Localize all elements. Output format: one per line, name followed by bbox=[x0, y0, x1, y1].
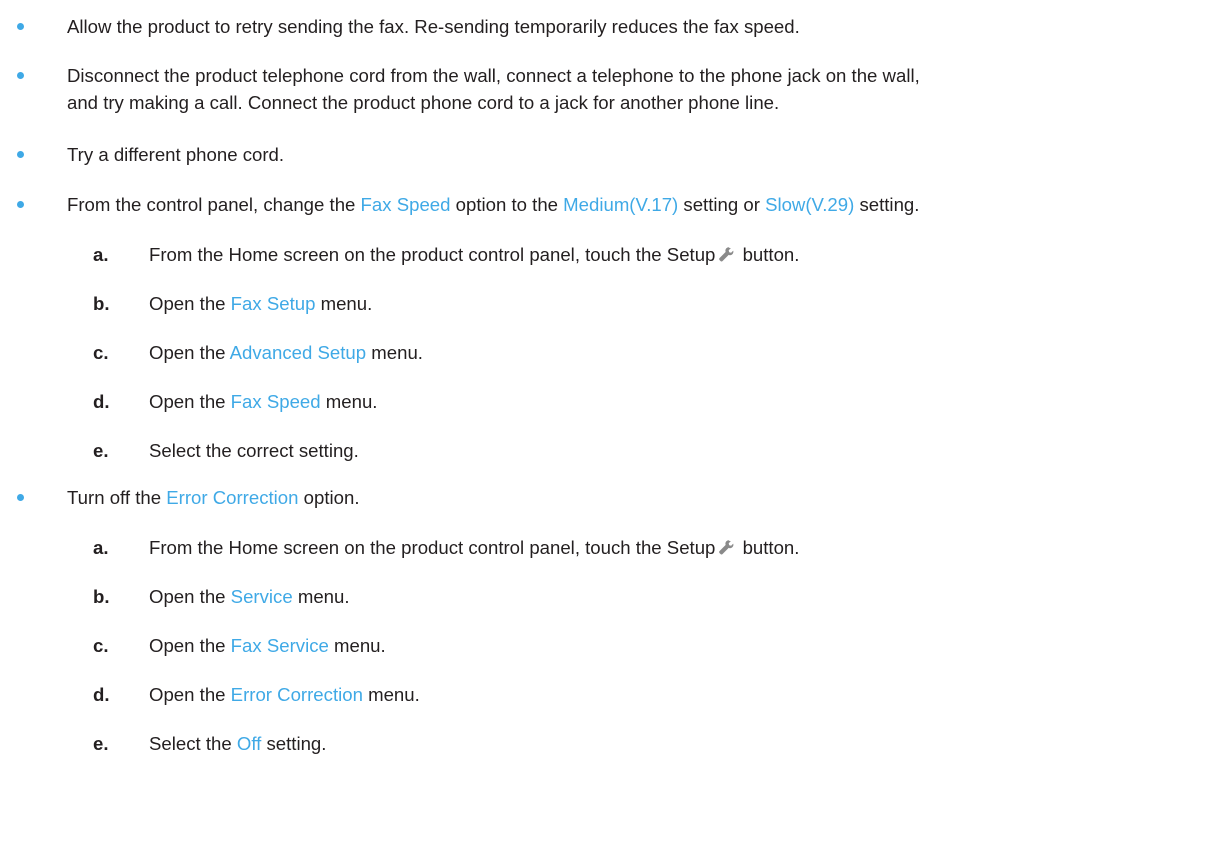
step-letter: d. bbox=[93, 391, 110, 412]
step-text: From the Home screen on the product cont… bbox=[149, 534, 799, 562]
text-segment: setting. bbox=[854, 194, 920, 215]
text-segment: Turn off the bbox=[67, 487, 167, 508]
step-letter: c. bbox=[93, 635, 109, 656]
setting-slow: Slow(V.29) bbox=[765, 194, 855, 215]
menu-option-fax-speed: Fax Speed bbox=[360, 194, 451, 215]
step-text: Open the Advanced Setup menu. bbox=[149, 339, 423, 367]
setting-off: Off bbox=[236, 733, 262, 754]
step-text: From the Home screen on the product cont… bbox=[149, 241, 799, 269]
menu-fax-speed: Fax Speed bbox=[230, 391, 321, 412]
bullet-dot bbox=[17, 23, 24, 30]
bullet-text: Allow the product to retry sending the f… bbox=[67, 16, 800, 37]
text-segment: menu. bbox=[320, 391, 378, 412]
step-letter: b. bbox=[93, 293, 110, 314]
text-segment: option to the bbox=[450, 194, 564, 215]
bullet-dot bbox=[17, 201, 24, 208]
step-letter: e. bbox=[93, 733, 109, 754]
bullet-text: Turn off the Error Correction option. bbox=[67, 484, 360, 512]
step-letter: c. bbox=[93, 342, 109, 363]
menu-error-correction: Error Correction bbox=[230, 684, 363, 705]
menu-fax-service: Fax Service bbox=[230, 635, 329, 656]
document-page: Allow the product to retry sending the f… bbox=[0, 0, 1219, 851]
wrench-icon bbox=[718, 539, 735, 556]
text-segment: From the Home screen on the product cont… bbox=[149, 537, 716, 558]
text-segment: menu. bbox=[362, 684, 420, 705]
text-segment: Open the bbox=[149, 293, 231, 314]
text-segment: Open the bbox=[149, 684, 231, 705]
step-text: Open the Error Correction menu. bbox=[149, 681, 420, 709]
menu-fax-setup: Fax Setup bbox=[230, 293, 316, 314]
text-segment: menu. bbox=[315, 293, 373, 314]
bullet-text: Try a different phone cord. bbox=[67, 144, 285, 165]
text-segment: Open the bbox=[149, 635, 231, 656]
text-segment: menu. bbox=[292, 586, 350, 607]
wrench-icon bbox=[718, 246, 735, 263]
text-segment: From the control panel, change the bbox=[67, 194, 361, 215]
step-letter: d. bbox=[93, 684, 110, 705]
text-segment: menu. bbox=[366, 342, 423, 363]
step-text: Open the Fax Setup menu. bbox=[149, 290, 372, 318]
text-segment: Open the bbox=[149, 342, 230, 363]
step-letter: b. bbox=[93, 586, 110, 607]
step-letter: a. bbox=[93, 244, 109, 265]
text-segment: menu. bbox=[328, 635, 386, 656]
bullet-dot bbox=[17, 151, 24, 158]
step-text: Select the correct setting. bbox=[149, 437, 359, 465]
step-text: Select the Off setting. bbox=[149, 730, 326, 758]
text-segment: setting. bbox=[261, 733, 327, 754]
text-segment: Select the bbox=[149, 733, 237, 754]
text-segment: option. bbox=[298, 487, 360, 508]
text-segment: button. bbox=[737, 537, 800, 558]
text-segment: Open the bbox=[149, 391, 231, 412]
option-error-correction: Error Correction bbox=[166, 487, 299, 508]
menu-advanced-setup: Advanced Setup bbox=[229, 342, 367, 363]
step-text: Open the Fax Service menu. bbox=[149, 632, 386, 660]
text-segment: Open the bbox=[149, 586, 231, 607]
step-text: Open the Service menu. bbox=[149, 583, 350, 611]
text-segment: setting or bbox=[678, 194, 766, 215]
step-letter: a. bbox=[93, 537, 109, 558]
setting-medium: Medium(V.17) bbox=[563, 194, 679, 215]
text-segment: Select the correct setting. bbox=[149, 440, 359, 461]
bullet-text-line1: Disconnect the product telephone cord fr… bbox=[67, 65, 920, 86]
step-text: Open the Fax Speed menu. bbox=[149, 388, 377, 416]
bullet-dot bbox=[17, 494, 24, 501]
text-segment: button. bbox=[737, 244, 800, 265]
text-segment: From the Home screen on the product cont… bbox=[149, 244, 716, 265]
bullet-dot bbox=[17, 72, 24, 79]
bullet-text-line2: and try making a call. Connect the produ… bbox=[67, 92, 780, 113]
menu-service: Service bbox=[230, 586, 293, 607]
bullet-text: From the control panel, change the Fax S… bbox=[67, 191, 919, 219]
step-letter: e. bbox=[93, 440, 109, 461]
